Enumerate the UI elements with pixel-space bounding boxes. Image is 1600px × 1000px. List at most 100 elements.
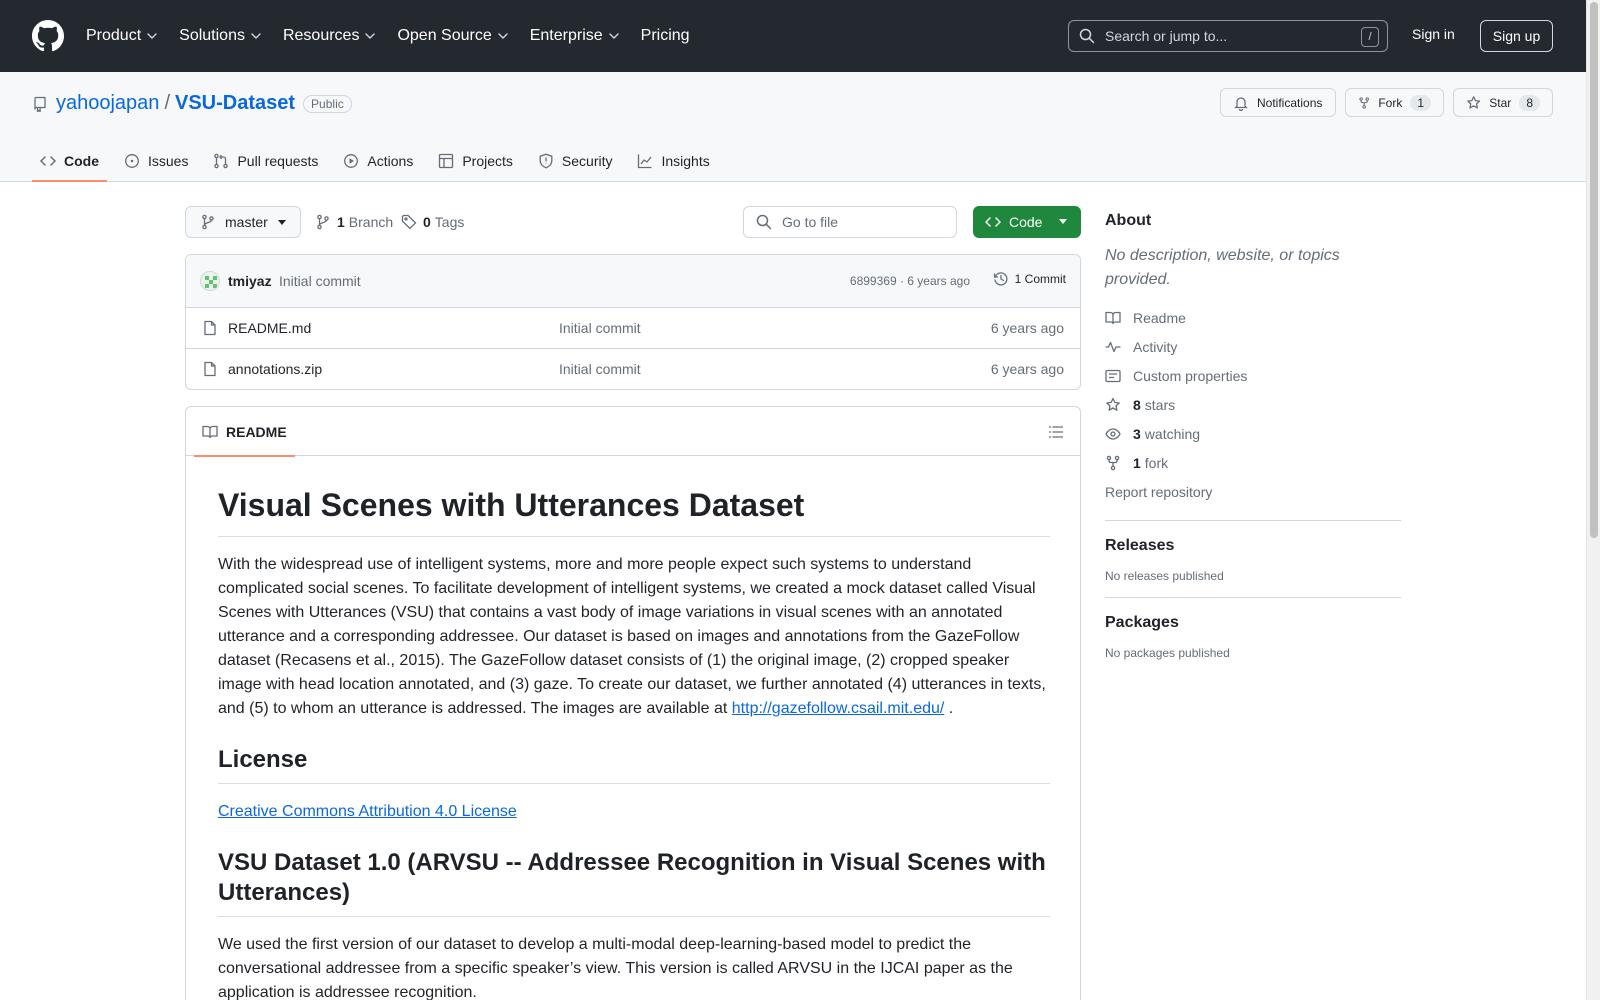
- readme-panel: README Visual Scenes with Utterances Dat…: [185, 406, 1081, 1000]
- about-item-watching[interactable]: 3 watching: [1105, 419, 1401, 448]
- tab-projects[interactable]: Projects: [430, 140, 521, 182]
- branch-selector[interactable]: master: [185, 206, 301, 238]
- graph-icon: [638, 154, 652, 169]
- play-icon: [344, 154, 359, 168]
- notifications-button[interactable]: Notifications: [1220, 88, 1336, 117]
- table-row[interactable]: annotations.zip Initial commit 6 years ago: [186, 349, 1080, 389]
- issue-icon: [125, 154, 139, 168]
- file-name-link[interactable]: README.md: [228, 320, 311, 336]
- sign-up-button[interactable]: Sign up: [1480, 20, 1553, 52]
- about-item-fork[interactable]: 1 fork: [1105, 448, 1401, 477]
- nav-label: Resources: [282, 27, 360, 44]
- repo-owner-link[interactable]: yahoojapan: [56, 92, 159, 115]
- nav-label: Open Source: [397, 27, 492, 44]
- fork-button[interactable]: Fork 1: [1345, 88, 1444, 117]
- commits-label: 1 Commit: [1014, 272, 1066, 286]
- code-button-label: Code: [1009, 214, 1043, 230]
- commit-meta[interactable]: 6899369 · 6 years ago: [850, 274, 970, 288]
- tab-code[interactable]: Code: [32, 140, 107, 182]
- about-item-stars[interactable]: 8 stars: [1105, 390, 1401, 419]
- code-icon: [985, 217, 1001, 227]
- about-item-activity[interactable]: Activity: [1105, 332, 1401, 361]
- nav-label: Solutions: [179, 27, 245, 44]
- go-to-file-input[interactable]: Go to file: [743, 206, 957, 238]
- branch-name: master: [225, 214, 268, 230]
- about-sidebar: About No description, website, or topics…: [1105, 212, 1401, 660]
- readme-title: Visual Scenes with Utterances Dataset: [218, 456, 1050, 537]
- table-icon: [439, 153, 454, 169]
- book-icon: [202, 425, 218, 438]
- nav-label: Product: [86, 27, 142, 44]
- releases-text: No releases published: [1105, 569, 1224, 583]
- packages-title[interactable]: Packages: [1105, 614, 1401, 632]
- search-shortcut-key: /: [1361, 27, 1379, 47]
- tag-label: Tags: [434, 214, 465, 230]
- readme-intro-paragraph: With the widespread use of intelligent s…: [218, 553, 1050, 721]
- list-outline-icon[interactable]: [1048, 424, 1064, 440]
- about-item-custom-properties[interactable]: Custom properties: [1105, 361, 1401, 390]
- tags-link[interactable]: 0 Tags: [401, 214, 464, 230]
- nav-resources[interactable]: Resources: [282, 27, 376, 45]
- sign-in-link[interactable]: Sign in: [1412, 26, 1455, 42]
- latest-commit-row: tmiyaz Initial commit 6899369 · 6 years …: [186, 255, 1080, 308]
- tab-pull-requests[interactable]: Pull requests: [205, 140, 326, 182]
- gazefollow-link[interactable]: http://gazefollow.csail.mit.edu/: [732, 700, 945, 717]
- about-item-label: Activity: [1133, 338, 1178, 355]
- file-commit-message[interactable]: Initial commit: [559, 361, 641, 377]
- table-row[interactable]: README.md Initial commit 6 years ago: [186, 308, 1080, 349]
- scrollbar-thumb[interactable]: [1590, 2, 1598, 538]
- nav-solutions[interactable]: Solutions: [179, 27, 261, 45]
- repo-header: yahoojapan / VSU-Dataset Public Notifica…: [0, 72, 1586, 182]
- bell-icon: [1234, 96, 1248, 111]
- code-dropdown-button[interactable]: Code: [973, 206, 1081, 238]
- about-title: About: [1105, 212, 1152, 229]
- branches-link[interactable]: 1 Branch: [315, 214, 393, 230]
- file-commit-time: 6 years ago: [990, 361, 1064, 377]
- global-header: Product Solutions Resources Open Source Ente…: [0, 0, 1586, 72]
- page-scrollbar[interactable]: [1586, 0, 1600, 1000]
- star-icon: [1467, 95, 1481, 109]
- nav-product[interactable]: Product: [86, 27, 157, 45]
- readme-content: Visual Scenes with Utterances Dataset Wi…: [218, 456, 1050, 1000]
- readme-tab[interactable]: README: [194, 407, 295, 457]
- releases-title[interactable]: Releases: [1105, 537, 1401, 555]
- report-repository-link[interactable]: Report repository: [1105, 477, 1401, 506]
- fork-icon: [1106, 455, 1120, 470]
- tab-security[interactable]: Security: [530, 140, 621, 182]
- avatar[interactable]: [200, 271, 220, 291]
- license-link[interactable]: Creative Commons Attribution 4.0 License: [218, 803, 517, 820]
- search-placeholder: Search or jump to...: [1105, 28, 1228, 44]
- global-search-input[interactable]: Search or jump to... /: [1068, 20, 1388, 52]
- caret-down-icon: [278, 220, 286, 225]
- tab-insights[interactable]: Insights: [629, 140, 717, 182]
- commit-message[interactable]: Initial commit: [279, 273, 361, 289]
- divider: [1105, 520, 1401, 521]
- nav-enterprise[interactable]: Enterprise: [530, 27, 619, 45]
- file-commit-message[interactable]: Initial commit: [559, 320, 641, 336]
- about-item-label: Custom properties: [1133, 367, 1248, 384]
- github-logo-icon[interactable]: [32, 20, 64, 52]
- tab-actions[interactable]: Actions: [335, 140, 421, 182]
- nav-pricing[interactable]: Pricing: [641, 27, 690, 45]
- about-item-readme[interactable]: Readme: [1105, 303, 1401, 332]
- commits-link[interactable]: 1 Commit: [993, 271, 1066, 287]
- go-to-file-placeholder: Go to file: [782, 214, 839, 230]
- readme-header: README: [186, 407, 1080, 457]
- file-name-link[interactable]: annotations.zip: [228, 361, 322, 377]
- repo-name-link[interactable]: VSU-Dataset: [175, 92, 295, 115]
- fork-label: Fork: [1378, 95, 1403, 110]
- star-button[interactable]: Star 8: [1453, 88, 1553, 117]
- pulse-icon: [1105, 341, 1121, 352]
- branch-icon: [317, 214, 329, 230]
- repo-icon: [34, 96, 46, 112]
- tab-issues[interactable]: Issues: [116, 140, 196, 182]
- nav-open-source[interactable]: Open Source: [397, 27, 508, 45]
- branch-icon: [202, 214, 214, 230]
- commit-author[interactable]: tmiyaz: [228, 273, 272, 289]
- intro-text: With the widespread use of intelligent s…: [218, 556, 1046, 717]
- star-count: 8: [1519, 94, 1540, 111]
- file-commit-time: 6 years ago: [990, 320, 1064, 336]
- tab-label: Insights: [661, 153, 710, 169]
- chevron-down-icon: [498, 33, 508, 39]
- file-icon-wrap: [202, 320, 218, 336]
